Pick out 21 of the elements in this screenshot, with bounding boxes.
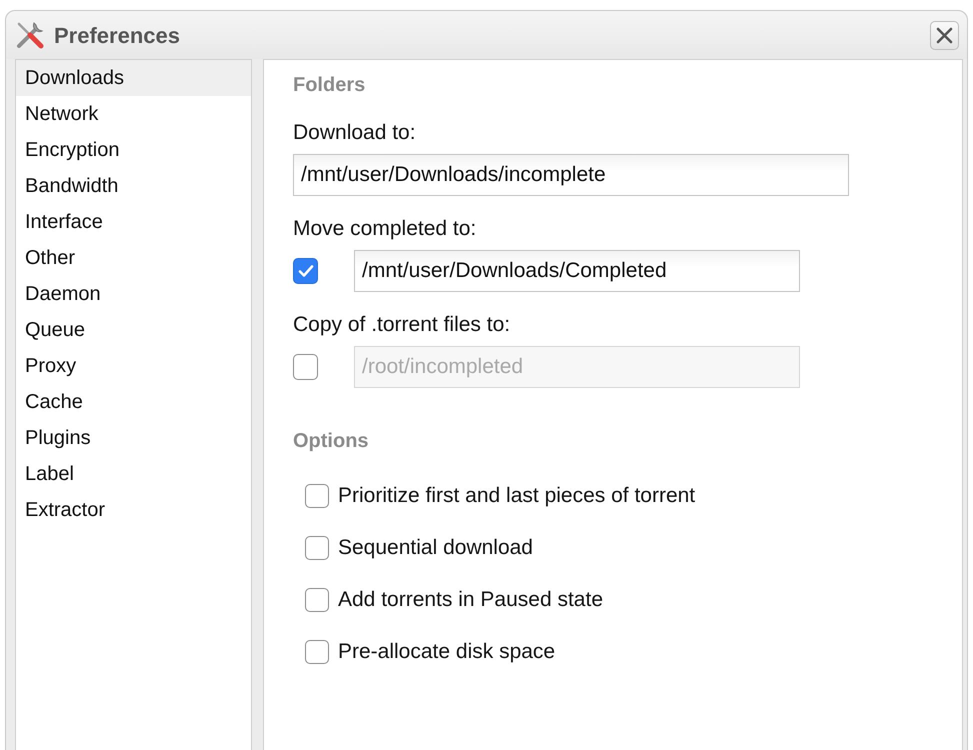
section-heading: Options [293,429,370,453]
option-label: Prioritize first and last pieces of torrent [338,483,696,510]
window-title: Preferences [54,22,180,50]
checkbox[interactable] [305,536,329,560]
option-label: Add torrents in Paused state [338,587,603,614]
sidebar-item[interactable]: Downloads [16,60,251,96]
field-label: Download to: [293,120,417,146]
checkbox[interactable] [305,588,329,612]
check-icon [298,264,314,278]
section-heading: Folders [293,73,366,97]
path-field[interactable]: /mnt/user/Downloads/incomplete [293,154,849,196]
field-label: Copy of .torrent files to: [293,312,512,338]
checkbox[interactable] [305,484,329,508]
option-label: Sequential download [338,535,533,562]
field-label: Move completed to: [293,216,478,242]
path-field[interactable]: /mnt/user/Downloads/Completed [354,250,800,292]
close-icon [936,26,953,44]
checkbox[interactable] [305,640,329,664]
close-button[interactable] [930,20,959,50]
option-label: Pre-allocate disk space [338,639,556,666]
checkbox[interactable] [293,258,318,284]
